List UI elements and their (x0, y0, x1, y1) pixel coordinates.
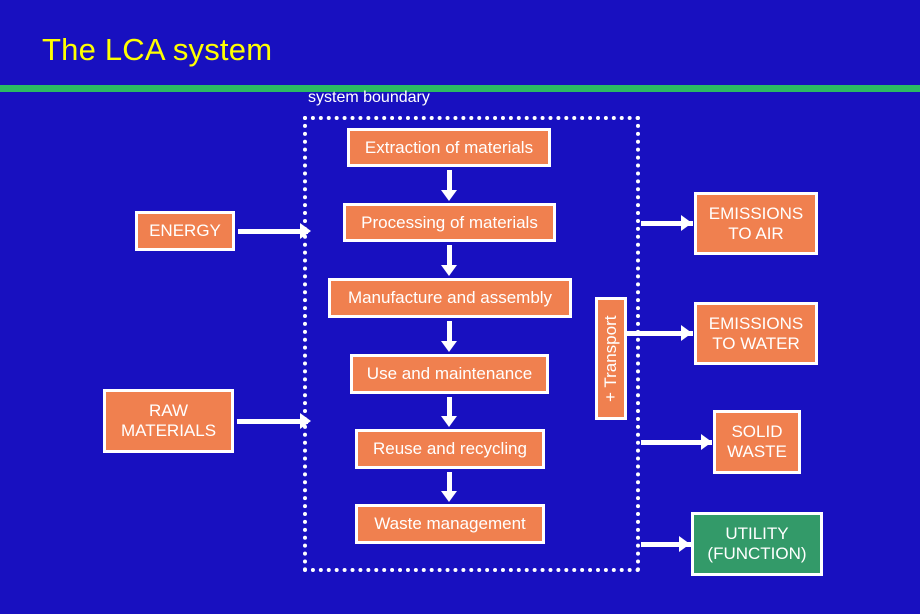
arrow-right-icon (681, 325, 692, 341)
arrow-right-icon (681, 215, 692, 231)
connector-extraction-to-processing (447, 170, 452, 192)
arrow-down-icon (441, 265, 457, 276)
connector-use-to-reuse (447, 397, 452, 418)
output-node-solid-waste[interactable]: SOLID WASTE (713, 410, 801, 474)
connector-raw-materials-to-boundary (237, 419, 308, 424)
flow-node-processing-of-materials[interactable]: Processing of materials (343, 203, 556, 242)
output-node-emissions-to-air[interactable]: EMISSIONS TO AIR (694, 192, 818, 255)
connector-reuse-to-waste (447, 472, 452, 493)
page-title: The LCA system (42, 32, 273, 67)
arrow-down-icon (441, 341, 457, 352)
output-node-utility-function[interactable]: UTILITY (FUNCTION) (691, 512, 823, 576)
arrow-down-icon (441, 190, 457, 201)
arrow-right-icon (300, 223, 311, 239)
flow-node-reuse-and-recycling[interactable]: Reuse and recycling (355, 429, 545, 469)
arrow-down-icon (441, 491, 457, 502)
connector-processing-to-manufacture (447, 245, 452, 267)
arrow-right-icon (679, 536, 690, 552)
flow-node-use-and-maintenance[interactable]: Use and maintenance (350, 354, 549, 394)
flow-node-waste-management[interactable]: Waste management (355, 504, 545, 544)
connector-manufacture-to-use (447, 321, 452, 343)
slide-canvas: The LCA system system boundary Extractio… (0, 0, 920, 614)
output-node-emissions-to-water[interactable]: EMISSIONS TO WATER (694, 302, 818, 365)
input-node-raw-materials[interactable]: RAW MATERIALS (103, 389, 234, 453)
arrow-down-icon (441, 416, 457, 427)
system-boundary-label: system boundary (308, 89, 430, 106)
input-node-energy[interactable]: ENERGY (135, 211, 235, 251)
arrow-right-icon (300, 413, 311, 429)
arrow-right-icon (701, 434, 712, 450)
connector-energy-to-boundary (238, 229, 308, 234)
transport-node[interactable]: + Transport (595, 297, 627, 420)
flow-node-manufacture-and-assembly[interactable]: Manufacture and assembly (328, 278, 572, 318)
title-divider (0, 85, 920, 92)
flow-node-extraction-of-materials[interactable]: Extraction of materials (347, 128, 551, 167)
